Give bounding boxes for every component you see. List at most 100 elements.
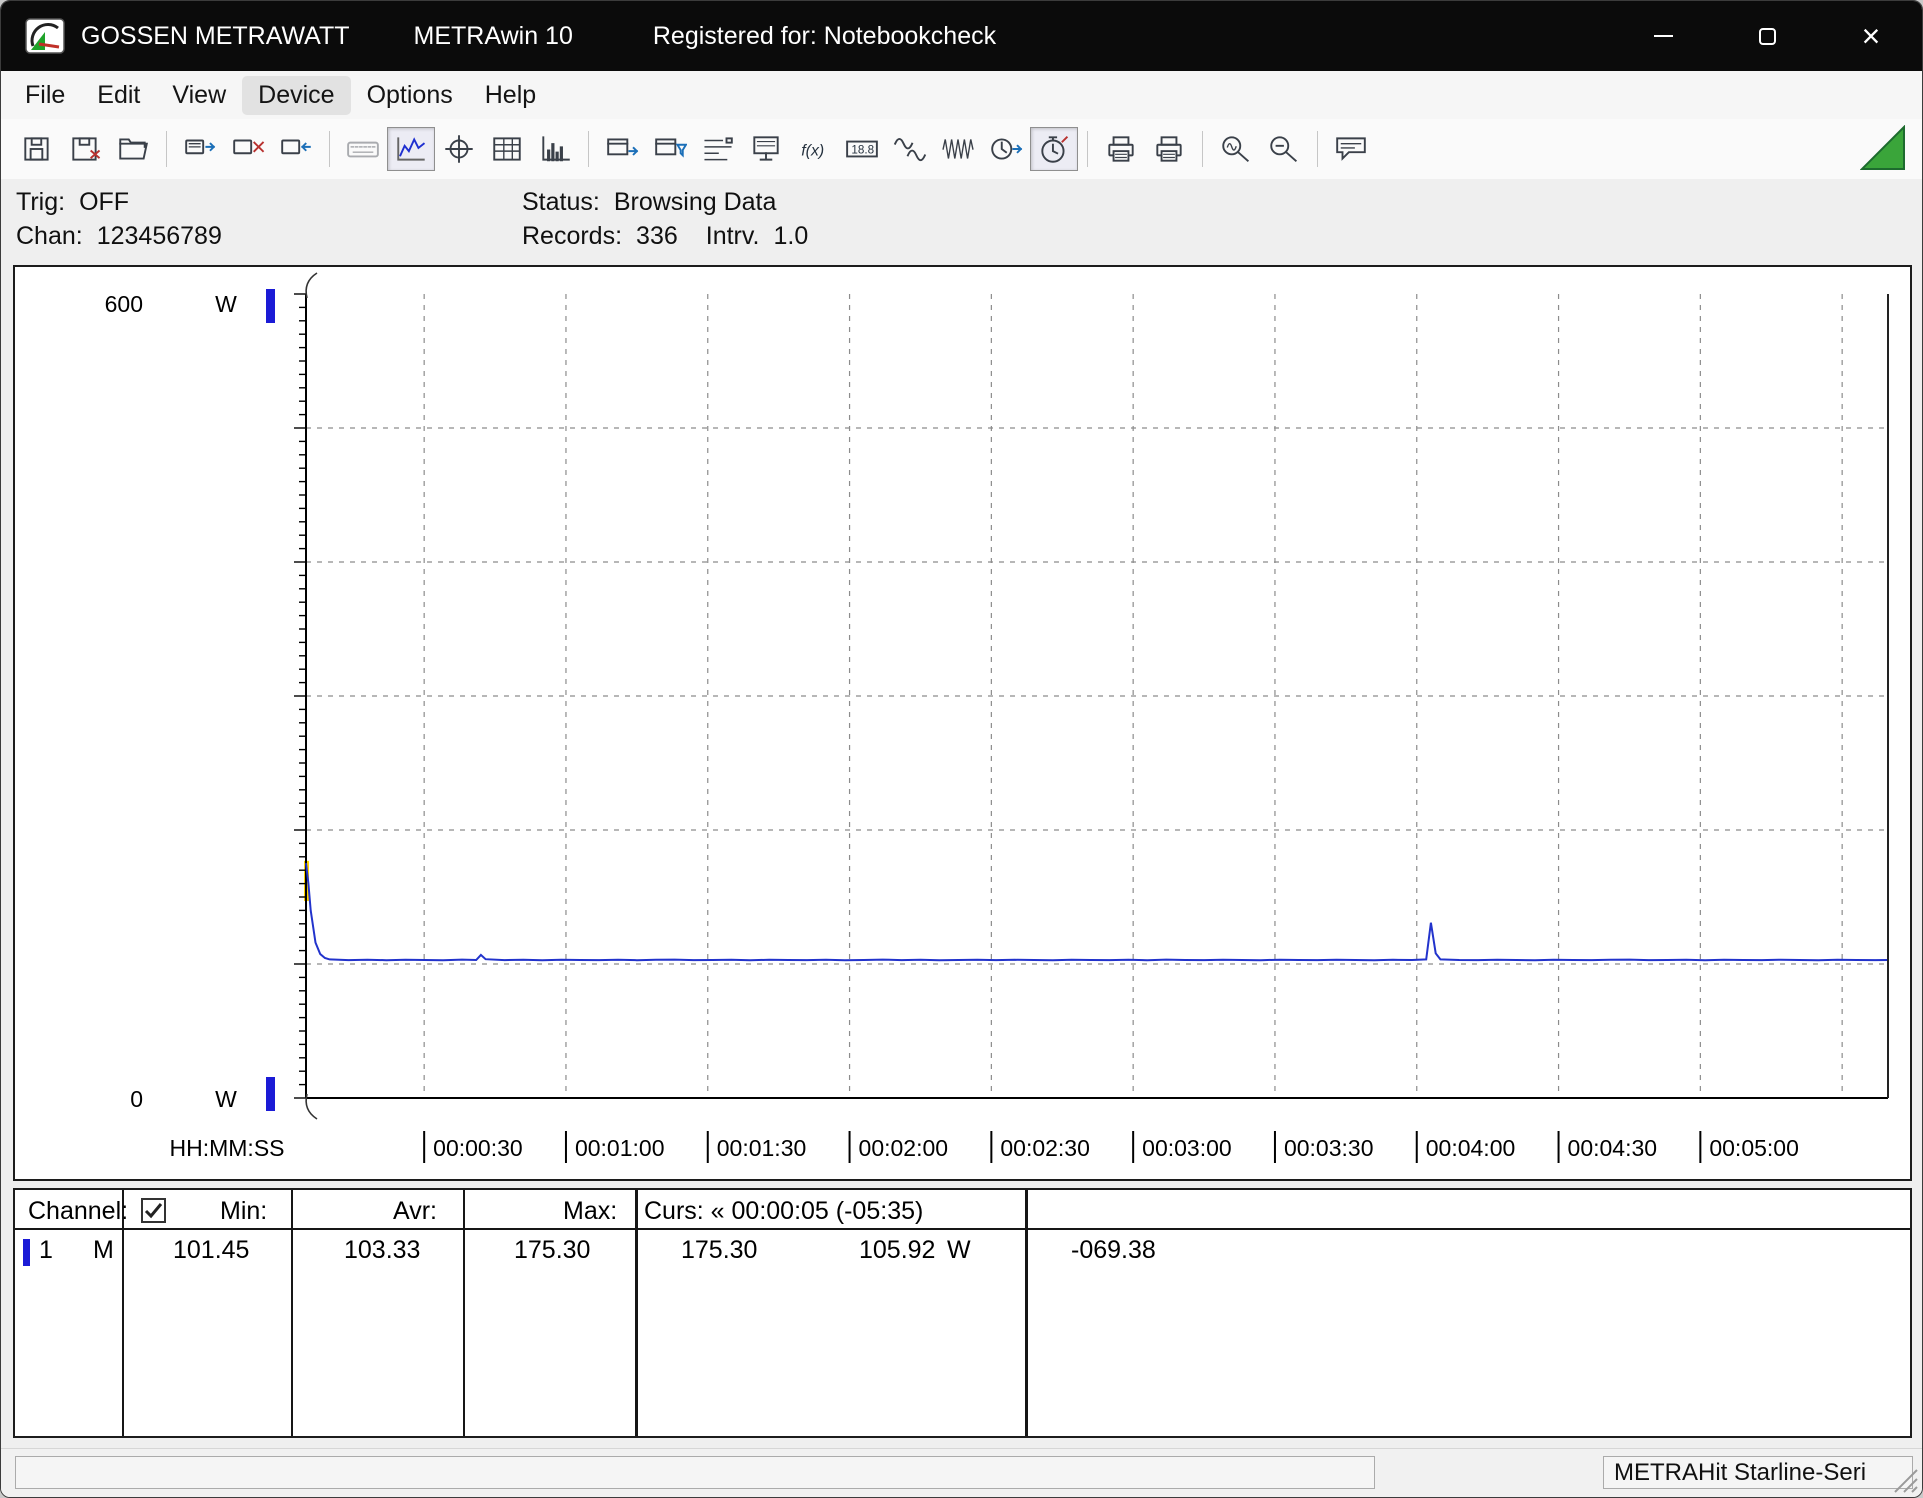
toolbar-separator [1317,131,1318,167]
header-cursor: Curs: « 00:00:05 (-05:35) [644,1197,923,1226]
toolbar-clock-export-button[interactable] [982,127,1030,171]
save-as-icon [68,134,102,164]
menu-device[interactable]: Device [242,76,350,115]
channel-visibility-checkbox[interactable] [141,1198,166,1223]
channel-color-marker [23,1239,30,1266]
menu-view[interactable]: View [156,76,242,115]
chart-canvas: 00:00:3000:01:0000:01:3000:02:0000:02:30… [15,267,1910,1179]
device-send-icon [183,134,217,164]
menu-file[interactable]: File [9,76,81,115]
toolbar-wave-compare-button[interactable] [886,127,934,171]
y-unit-top: W [215,291,237,317]
window-config-icon [653,134,687,164]
cell-cursor-value: 105.92 [859,1236,935,1265]
cell-cursor-delta: -069.38 [1071,1236,1156,1265]
toolbar-print-preview-button[interactable] [1097,127,1145,171]
titlebar: GOSSEN METRAWATT METRAwin 10 Registered … [1,1,1922,71]
device-stop-icon [231,134,265,164]
toolbar-numeric-display-button[interactable]: 18.8 [838,127,886,171]
numeric-display-icon: 18.8 [845,134,879,164]
minimize-button[interactable] [1628,1,1698,71]
menu-edit[interactable]: Edit [81,76,156,115]
app-icon [25,16,65,56]
app-brand: GOSSEN METRAWATT [81,22,350,51]
clock-export-icon [989,134,1023,164]
menu-help[interactable]: Help [469,76,552,115]
toolbar-histogram-button[interactable] [531,127,579,171]
toolbar: f(x) 18.8 [1,119,1922,179]
cell-channel: 1 [39,1236,53,1265]
toolbar-save-button[interactable] [13,127,61,171]
save-icon [20,134,54,164]
chan-label: Chan: [16,222,83,250]
toolbar-print-button[interactable] [1145,127,1193,171]
close-button[interactable]: × [1836,1,1906,71]
toolbar-formula-button[interactable]: f(x) [790,127,838,171]
toolbar-open-button[interactable] [109,127,157,171]
toolbar-zoom-curve-button[interactable] [1212,127,1260,171]
grow-triangle-icon[interactable] [1860,125,1906,171]
toolbar-wave-dense-button[interactable] [934,127,982,171]
crosshair-icon [442,134,476,164]
device-receive-icon [279,134,313,164]
channel-marker-bottom [266,1077,275,1111]
toolbar-save-as-button[interactable] [61,127,109,171]
toolbar-separator [166,131,167,167]
cursor-handle-top [306,273,317,298]
close-icon: × [1862,20,1881,52]
toolbar-stopwatch-button[interactable] [1030,127,1078,171]
toolbar-table-view-button[interactable] [483,127,531,171]
chan-value: 123456789 [97,222,222,250]
open-icon [116,134,150,164]
histogram-icon [538,134,572,164]
header-channel: Channel: [28,1197,128,1226]
menu-bar: File Edit View Device Options Help [1,71,1922,119]
cell-cursor-unit: W [947,1236,971,1265]
toolbar-chart-line-button[interactable] [387,127,435,171]
x-tick-label: 00:03:00 [1142,1135,1232,1161]
status-value: Browsing Data [614,188,777,216]
toolbar-crosshair-button[interactable] [435,127,483,171]
toolbar-separator [329,131,330,167]
menu-options[interactable]: Options [351,76,469,115]
y-unit-bottom: W [215,1086,237,1112]
status-message-panel [15,1456,1375,1489]
interval-value: 1.0 [773,222,808,250]
x-tick-label: 00:01:00 [575,1135,665,1161]
toolbar-device-receive-button[interactable] [272,127,320,171]
toolbar-window-export-button[interactable] [598,127,646,171]
formula-icon: f(x) [797,134,831,164]
header-min: Min: [220,1197,267,1226]
toolbar-zoom-out-button[interactable] [1260,127,1308,171]
toolbar-separator [1202,131,1203,167]
x-axis-unit-label: HH:MM:SS [170,1135,285,1161]
toolbar-separator [1087,131,1088,167]
trig-value: OFF [79,188,129,216]
timeline-icon [701,134,735,164]
column-divider [635,1190,638,1436]
print-icon [1152,134,1186,164]
interval-label: Intrv. [706,222,760,250]
toolbar-device-stop-button[interactable] [224,127,272,171]
x-tick-label: 00:03:30 [1284,1135,1374,1161]
toolbar-device-send-button[interactable] [176,127,224,171]
cell-mode: M [93,1236,114,1265]
toolbar-hint-button[interactable] [1327,127,1375,171]
toolbar-timeline-button[interactable] [694,127,742,171]
device-status-panel: METRAHit Starline-Seri [1603,1456,1913,1489]
trig-label: Trig: [16,188,65,216]
keyboard-icon [346,134,380,164]
x-tick-label: 00:05:00 [1709,1135,1799,1161]
status-label: Status: [522,188,600,216]
registration-text: Registered for: Notebookcheck [653,22,996,51]
toolbar-window-config-button[interactable] [646,127,694,171]
check-icon [143,1200,164,1221]
resize-grip[interactable] [1893,1468,1919,1494]
column-divider [122,1190,124,1436]
waveform-chart[interactable]: 00:00:3000:01:0000:01:3000:02:0000:02:30… [13,265,1912,1181]
toolbar-monitor-button[interactable] [742,127,790,171]
header-divider [15,1228,1910,1230]
maximize-button[interactable] [1732,1,1802,71]
series-channel-1 [306,863,1888,960]
toolbar-keyboard-button[interactable] [339,127,387,171]
